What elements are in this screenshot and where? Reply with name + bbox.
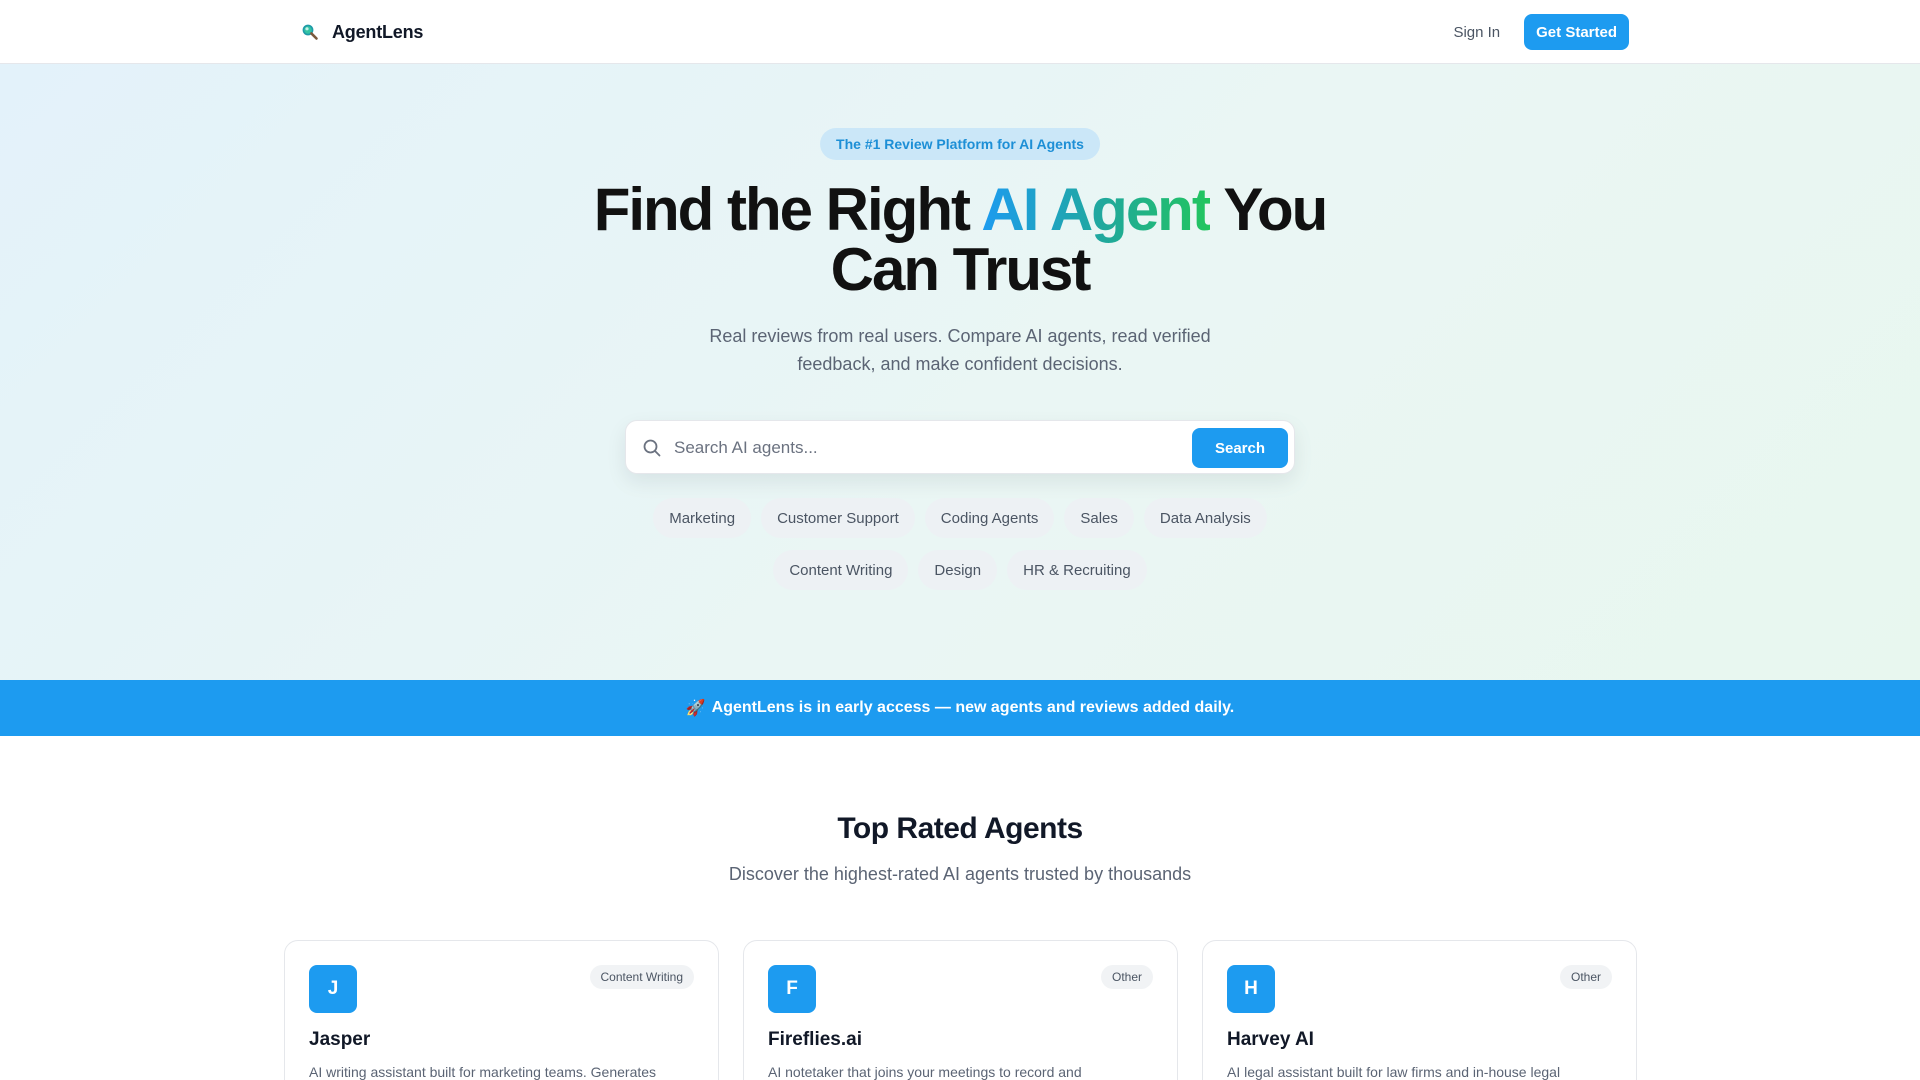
banner-text: AgentLens is in early access — new agent…: [711, 699, 1235, 716]
top-rated-title: Top Rated Agents: [837, 812, 1083, 845]
category-chip-content-writing[interactable]: Content Writing: [773, 550, 909, 590]
hero-title-after: You: [1209, 176, 1328, 243]
top-rated-subtitle: Discover the highest-rated AI agents tru…: [728, 864, 1192, 884]
early-access-banner: 🚀 AgentLens is in early access — new age…: [0, 680, 1920, 736]
category-chip-sales[interactable]: Sales: [1064, 498, 1134, 538]
agent-card-jasper[interactable]: J Content Writing Jasper AI writing assi…: [284, 940, 719, 1080]
category-chip-data-analysis[interactable]: Data Analysis: [1143, 498, 1267, 538]
agent-category-badge: Other: [1559, 965, 1612, 989]
magnifier-icon: [300, 22, 320, 42]
hero-title-before: Find the Right: [593, 176, 982, 243]
sign-in-link[interactable]: Sign In: [1453, 24, 1500, 41]
agent-description: AI legal assistant built for law firms a…: [1227, 1064, 1561, 1080]
category-chip-design[interactable]: Design: [918, 550, 998, 590]
hero-title-line-2: Can Trust: [830, 236, 1092, 303]
search-input[interactable]: [674, 431, 1154, 465]
navbar-inner: AgentLens Sign In Get Started: [284, 0, 1629, 64]
hero-section: The #1 Review Platform for AI Agents Fin…: [0, 64, 1920, 680]
hero-title-line-1: Find the Right AI Agent You: [0, 180, 1920, 240]
search-button[interactable]: Search: [1192, 428, 1288, 468]
search-icon: [642, 438, 662, 458]
agent-avatar: F: [768, 965, 816, 1013]
agent-description: AI notetaker that joins your meetings to…: [768, 1064, 1082, 1080]
agent-card-fireflies[interactable]: F Other Fireflies.ai AI notetaker that j…: [743, 940, 1178, 1080]
hero-badge: The #1 Review Platform for AI Agents: [820, 128, 1100, 160]
brand-name: AgentLens: [332, 21, 424, 42]
agent-category-badge: Other: [1100, 965, 1153, 989]
hero-subtitle: Real reviews from real users. Compare AI…: [709, 326, 1211, 374]
agent-avatar: H: [1227, 965, 1275, 1013]
category-chips: Marketing Customer Support Coding Agents…: [640, 498, 1280, 590]
agent-name: Jasper: [309, 1029, 371, 1050]
hero-title-highlight: AI Agent: [981, 176, 1211, 243]
rocket-icon: 🚀: [685, 700, 706, 717]
agent-name: Fireflies.ai: [768, 1029, 862, 1050]
brand-logo-link[interactable]: AgentLens: [284, 22, 423, 43]
agent-category-badge: Content Writing: [589, 965, 694, 989]
category-chip-marketing[interactable]: Marketing: [653, 498, 752, 538]
agent-avatar: J: [309, 965, 357, 1013]
category-chip-coding-agents[interactable]: Coding Agents: [924, 498, 1055, 538]
top-navbar: AgentLens Sign In Get Started: [0, 0, 1920, 64]
get-started-button[interactable]: Get Started: [1524, 14, 1629, 50]
agent-name: Harvey AI: [1227, 1029, 1314, 1050]
search-bar: Search: [625, 420, 1295, 474]
category-chip-hr-recruiting[interactable]: HR & Recruiting: [1007, 550, 1147, 590]
agent-card-harvey-ai[interactable]: H Other Harvey AI AI legal assistant bui…: [1202, 940, 1637, 1080]
hero-title: Find the Right AI Agent You Can Trust: [0, 180, 1920, 300]
agent-description: AI writing assistant built for marketing…: [309, 1064, 657, 1080]
nav-actions: Sign In Get Started: [1453, 14, 1629, 50]
category-chip-customer-support[interactable]: Customer Support: [761, 498, 915, 538]
